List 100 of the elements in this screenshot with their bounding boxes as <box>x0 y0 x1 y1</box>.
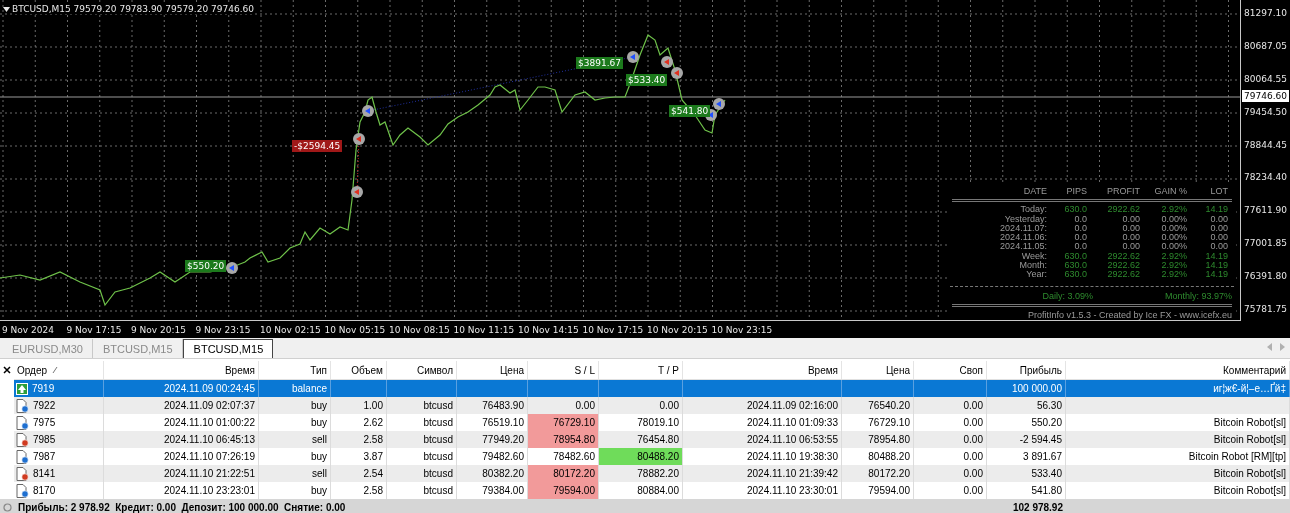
column-header[interactable]: Комментарий <box>1066 361 1290 379</box>
table-cell: 79594.00 <box>868 485 910 496</box>
table-cell: btcusd <box>423 417 453 428</box>
table-cell: 2024.11.10 07:26:19 <box>164 451 255 462</box>
table-cell: 2024.11.10 01:00:22 <box>164 417 255 428</box>
table-cell: 78954.80 <box>553 434 595 445</box>
column-header[interactable]: Ордер <box>14 361 104 379</box>
caret-icon[interactable] <box>3 7 10 13</box>
order-number: 7987 <box>33 451 56 462</box>
chart-tab[interactable]: BTCUSD,M15 <box>182 339 274 358</box>
time-label: 10 Nov 05:15 <box>324 324 387 335</box>
table-cell: buy <box>310 485 327 496</box>
sell-order-icon <box>16 432 29 447</box>
table-cell: 3 891.67 <box>1023 451 1062 462</box>
column-header[interactable]: Время <box>104 361 259 379</box>
stats-label: Week: <box>1020 251 1047 261</box>
stats-value: 0.0 <box>1073 214 1087 224</box>
price-label: 78844.45 <box>1243 139 1288 152</box>
column-header[interactable]: Цена <box>457 361 528 379</box>
time-label: 9 Nov 20:15 <box>131 324 187 335</box>
stats-value: 0.0 <box>1073 242 1087 252</box>
time-label: 10 Nov 23:15 <box>711 324 774 335</box>
stats-header: DATE <box>1022 187 1047 197</box>
account-summary: Прибыль: 2 978.92 Кредит: 0.00 Депозит: 100 000.00 Снятие: 0.00 <box>17 501 347 513</box>
table-cell: 3.87 <box>363 451 383 462</box>
column-header[interactable]: Своп <box>914 361 987 379</box>
trade-marker-icon <box>661 56 673 68</box>
status-icon <box>2 502 12 512</box>
table-cell: balance <box>291 383 327 394</box>
table-cell: иг¦ж€-й¦–е…Ґй‡ <box>1213 383 1286 394</box>
table-cell: 2024.11.10 19:38:30 <box>747 451 838 462</box>
table-cell: Bitcoin Robot[sl] <box>1213 417 1286 428</box>
table-cell: 2.54 <box>363 468 383 479</box>
stats-label: Yesterday: <box>1004 214 1047 224</box>
stats-value: 2.92% <box>1160 270 1187 280</box>
monthly-gain: Monthly: 93.97% <box>1164 290 1232 301</box>
table-cell: 0.00 <box>963 434 983 445</box>
column-header[interactable]: Прибыль <box>987 361 1066 379</box>
price-label: 80064.55 <box>1243 73 1288 86</box>
column-header[interactable]: Тип <box>259 361 331 379</box>
stats-value: 2.92% <box>1160 261 1187 271</box>
order-number: 7975 <box>33 417 56 428</box>
stats-label: 2024.11.07: <box>999 223 1047 234</box>
table-cell: 0.00 <box>963 485 983 496</box>
table-cell: 550.20 <box>1031 417 1062 428</box>
table-cell: 1.00 <box>363 400 383 411</box>
stats-value: 0.00 <box>1121 223 1140 234</box>
sell-order-icon <box>16 466 29 481</box>
stats-value: 0.00% <box>1160 242 1187 252</box>
table-cell: 76540.20 <box>868 400 910 411</box>
close-icon[interactable] <box>3 366 11 374</box>
time-label: 10 Nov 14:15 <box>518 324 580 335</box>
table-cell: 533.40 <box>1031 468 1062 479</box>
stats-value: 630.0 <box>1063 261 1087 271</box>
order-row[interactable]: 7919 2024.11.09 00:24:45 balance 100 000.00 иг¦ж€-й¦–е…Ґй‡ <box>14 380 1290 397</box>
stats-value: 0.0 <box>1073 223 1087 234</box>
table-cell: 100 000.00 <box>1011 383 1062 394</box>
table-cell: 2024.11.09 02:07:37 <box>164 400 255 411</box>
table-cell: 2024.11.10 23:30:01 <box>747 485 838 496</box>
price-label: 77001.85 <box>1243 238 1288 251</box>
column-header[interactable]: Цена <box>842 361 914 379</box>
order-row[interactable]: 7922 2024.11.09 02:07:37 buy 1.00 btcusd 76483.90 0.00 0.00 2024.11.09 02:16:00 76540.20 0.00 56.30 <box>14 397 1290 414</box>
column-header[interactable]: Время <box>683 361 842 379</box>
table-cell: btcusd <box>423 451 453 462</box>
stats-value: 630.0 <box>1063 205 1087 215</box>
stats-value: 0.0 <box>1073 233 1087 243</box>
trade-marker-icon <box>351 186 363 198</box>
stats-value: 0.00 <box>1121 242 1140 252</box>
order-row[interactable]: 7985 2024.11.10 06:45:13 sell 2.58 btcusd 77949.20 78954.80 76454.80 2024.11.10 06:53:55 78954.80 0.00 -2 594.45 Bitcoin Robot[sl] <box>14 431 1290 448</box>
table-cell: 80884.00 <box>637 485 679 496</box>
stats-value: 0.00 <box>1209 223 1228 234</box>
trade-marker-icon <box>713 98 725 110</box>
table-cell: sell <box>312 434 327 445</box>
table-cell: btcusd <box>423 485 453 496</box>
stats-value: 630.0 <box>1063 251 1087 262</box>
stats-value: 630.0 <box>1063 270 1087 280</box>
column-header[interactable]: Объем <box>331 361 387 379</box>
column-header[interactable]: Символ <box>387 361 457 379</box>
table-cell: 0.00 <box>659 400 679 411</box>
table-cell: 2024.11.10 06:45:13 <box>164 434 255 445</box>
table-cell: btcusd <box>423 434 453 445</box>
column-header[interactable]: S / L <box>528 361 599 379</box>
trade-marker-icon <box>362 105 374 117</box>
order-row[interactable]: 8141 2024.11.10 21:22:51 sell 2.54 btcusd 80382.20 80172.20 78882.20 2024.11.10 21:39:42 80172.20 0.00 533.40 Bitcoin Robot[sl] <box>14 465 1290 482</box>
table-cell: 80172.20 <box>868 468 910 479</box>
table-cell: Bitcoin Robot[sl] <box>1213 434 1286 445</box>
column-header[interactable]: T / P <box>599 361 683 379</box>
table-cell: buy <box>310 451 327 462</box>
table-cell: 76729.10 <box>868 417 910 428</box>
stats-label: 2024.11.05: <box>999 242 1047 252</box>
trade-profit-label: $550.20 <box>185 260 227 272</box>
time-label: 10 Nov 11:15 <box>453 324 516 335</box>
stats-header: PROFIT <box>1106 187 1140 197</box>
table-cell: 78882.20 <box>637 468 679 479</box>
stats-label: Month: <box>1018 261 1047 271</box>
table-cell: 80488.20 <box>637 451 679 462</box>
table-cell: 2024.11.10 23:23:01 <box>164 485 255 496</box>
balance-icon <box>16 382 28 395</box>
time-label: 9 Nov 2024 <box>2 324 55 335</box>
order-number: 7919 <box>32 383 55 394</box>
